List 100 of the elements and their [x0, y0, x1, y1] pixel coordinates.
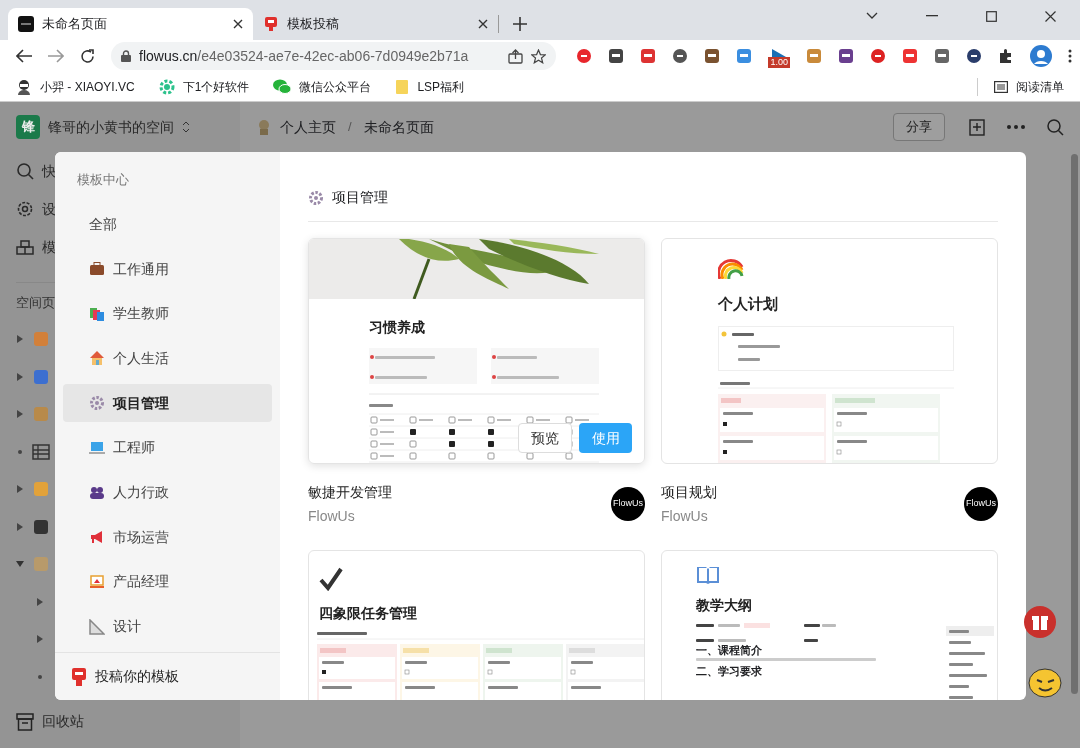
category-item[interactable]: 项目管理 [63, 384, 272, 422]
template-card[interactable]: 个人计划 [661, 238, 998, 464]
lock-icon [121, 50, 131, 62]
bookmark[interactable]: LSP福利 [395, 77, 465, 96]
sidebar-item[interactable]: 设 [16, 198, 56, 220]
extension-icon[interactable] [934, 48, 950, 64]
chat-icon [273, 79, 292, 94]
template-preview-button[interactable]: 预览 [518, 423, 572, 453]
smiley-icon[interactable] [1028, 668, 1062, 698]
checkmark-icon [319, 567, 343, 591]
template-author: FlowUs [308, 506, 356, 526]
extension-icon[interactable] [838, 48, 854, 64]
submit-template-button[interactable]: 投稿你的模板 [55, 652, 280, 700]
breadcrumb-link[interactable]: 未命名页面 [363, 116, 434, 138]
new-tab-icon[interactable] [513, 17, 527, 31]
template-card[interactable]: 教学大纲 一、课程简介 二、学习要求 [661, 550, 998, 700]
section-heading: 项目管理 [332, 188, 388, 207]
tab-title: 模板投稿 [287, 15, 340, 34]
search-icon [16, 162, 34, 180]
minimize-icon[interactable] [926, 15, 938, 17]
caret-right-icon[interactable] [16, 410, 24, 419]
caret-down-icon[interactable] [16, 561, 24, 568]
template-author: FlowUs [661, 506, 709, 526]
bookmark[interactable]: 下1个好软件 [158, 77, 250, 96]
back-icon[interactable] [16, 49, 32, 63]
laptop-icon [89, 439, 105, 456]
breadcrumb-link[interactable]: 个人主页 [280, 116, 336, 138]
extension-icon[interactable] [771, 48, 788, 57]
briefcase-icon [89, 261, 105, 278]
close-icon[interactable] [233, 19, 243, 29]
add-page-icon[interactable] [969, 118, 985, 136]
page-emoji-icon [256, 119, 272, 135]
caret-right-icon[interactable] [16, 522, 24, 531]
share-icon[interactable] [508, 48, 524, 64]
caret-right-icon[interactable] [36, 597, 44, 606]
close-icon[interactable] [1045, 10, 1056, 22]
category-item[interactable]: 个人生活 [63, 339, 272, 378]
extension-icon[interactable] [704, 48, 721, 64]
workspace-logo[interactable]: 锋 [16, 115, 40, 139]
reload-icon[interactable] [80, 48, 95, 64]
author-logo: FlowUs [611, 487, 645, 521]
gear-icon [16, 200, 34, 218]
extension-icon[interactable] [576, 48, 593, 64]
gift-icon[interactable] [1024, 606, 1056, 638]
extension-icon[interactable] [608, 48, 625, 64]
sidebar-item[interactable]: 快 [16, 160, 56, 182]
category-item[interactable]: 工程师 [63, 428, 272, 467]
template-card[interactable]: 四象限任务管理 [308, 550, 645, 700]
megaphone-icon [89, 529, 105, 546]
category-item[interactable]: 人力行政 [63, 473, 272, 512]
extension-icon[interactable] [966, 48, 982, 64]
template-card[interactable]: 习惯养成 预览 使用 [308, 238, 645, 464]
extension-icon[interactable] [870, 48, 886, 64]
more-icon[interactable] [1007, 125, 1025, 129]
updown-chevron-icon[interactable] [182, 121, 190, 133]
tab-title: 未命名页面 [42, 15, 108, 34]
address-bar[interactable]: flowus.cn/e4e03524-ae7e-42ec-ab06-7d0949e2b71a [111, 42, 557, 70]
favicon-icon [18, 16, 34, 32]
browser-tab[interactable]: 未命名页面 [8, 8, 253, 40]
caret-right-icon[interactable] [16, 372, 24, 381]
menu-icon[interactable] [1068, 49, 1072, 63]
preview-title: 习惯养成 [369, 318, 426, 337]
section-heading: 一、课程简介 [696, 644, 763, 657]
maximize-icon[interactable] [986, 10, 997, 22]
caret-right-icon[interactable] [16, 335, 24, 344]
category-item[interactable]: 市场运营 [63, 518, 272, 556]
category-item[interactable]: 设计 [63, 607, 272, 646]
scrollbar-thumb[interactable] [1071, 154, 1078, 694]
sidebar-item[interactable]: 模 [16, 236, 56, 258]
close-icon[interactable] [478, 19, 488, 29]
bookmark[interactable]: 微信公众平台 [273, 77, 372, 96]
caret-right-icon[interactable] [16, 485, 24, 494]
panel-title: 模板中心 [76, 171, 130, 189]
caret-right-icon[interactable] [36, 635, 44, 644]
template-name[interactable]: 敏捷开发管理 [308, 481, 392, 503]
page-icon[interactable] [32, 442, 50, 461]
extension-icon[interactable] [640, 48, 657, 64]
preview-title: 四象限任务管理 [319, 604, 418, 623]
puzzle-icon[interactable] [998, 48, 1014, 64]
search-icon[interactable] [1047, 118, 1064, 136]
profile-avatar-icon[interactable] [1030, 45, 1052, 67]
extension-icon[interactable] [672, 48, 689, 64]
author-logo: FlowUs [964, 487, 998, 521]
breadcrumb-separator: / [348, 118, 352, 137]
share-button[interactable]: 分享 [893, 113, 945, 141]
reading-list-button[interactable]: 阅读清单 [977, 77, 1064, 96]
chevron-down-icon[interactable] [866, 12, 878, 20]
house-icon [89, 350, 105, 367]
star-icon[interactable] [531, 48, 547, 64]
ruler-icon [89, 618, 105, 635]
template-name[interactable]: 项目规划 [661, 481, 717, 503]
bookmark[interactable]: 小羿 - XIAOYI.VC [16, 77, 135, 96]
gear-icon [89, 395, 105, 412]
page-icon[interactable] [32, 517, 50, 536]
workspace-name[interactable]: 锋哥的小黄书的空间 [48, 116, 174, 138]
trash-button[interactable]: 回收站 [0, 711, 240, 732]
browser-tab[interactable]: 模板投稿 [253, 8, 498, 40]
forward-icon[interactable] [48, 49, 64, 63]
category-item[interactable]: 产品经理 [63, 563, 272, 601]
category-item[interactable]: 全部 [63, 205, 272, 244]
